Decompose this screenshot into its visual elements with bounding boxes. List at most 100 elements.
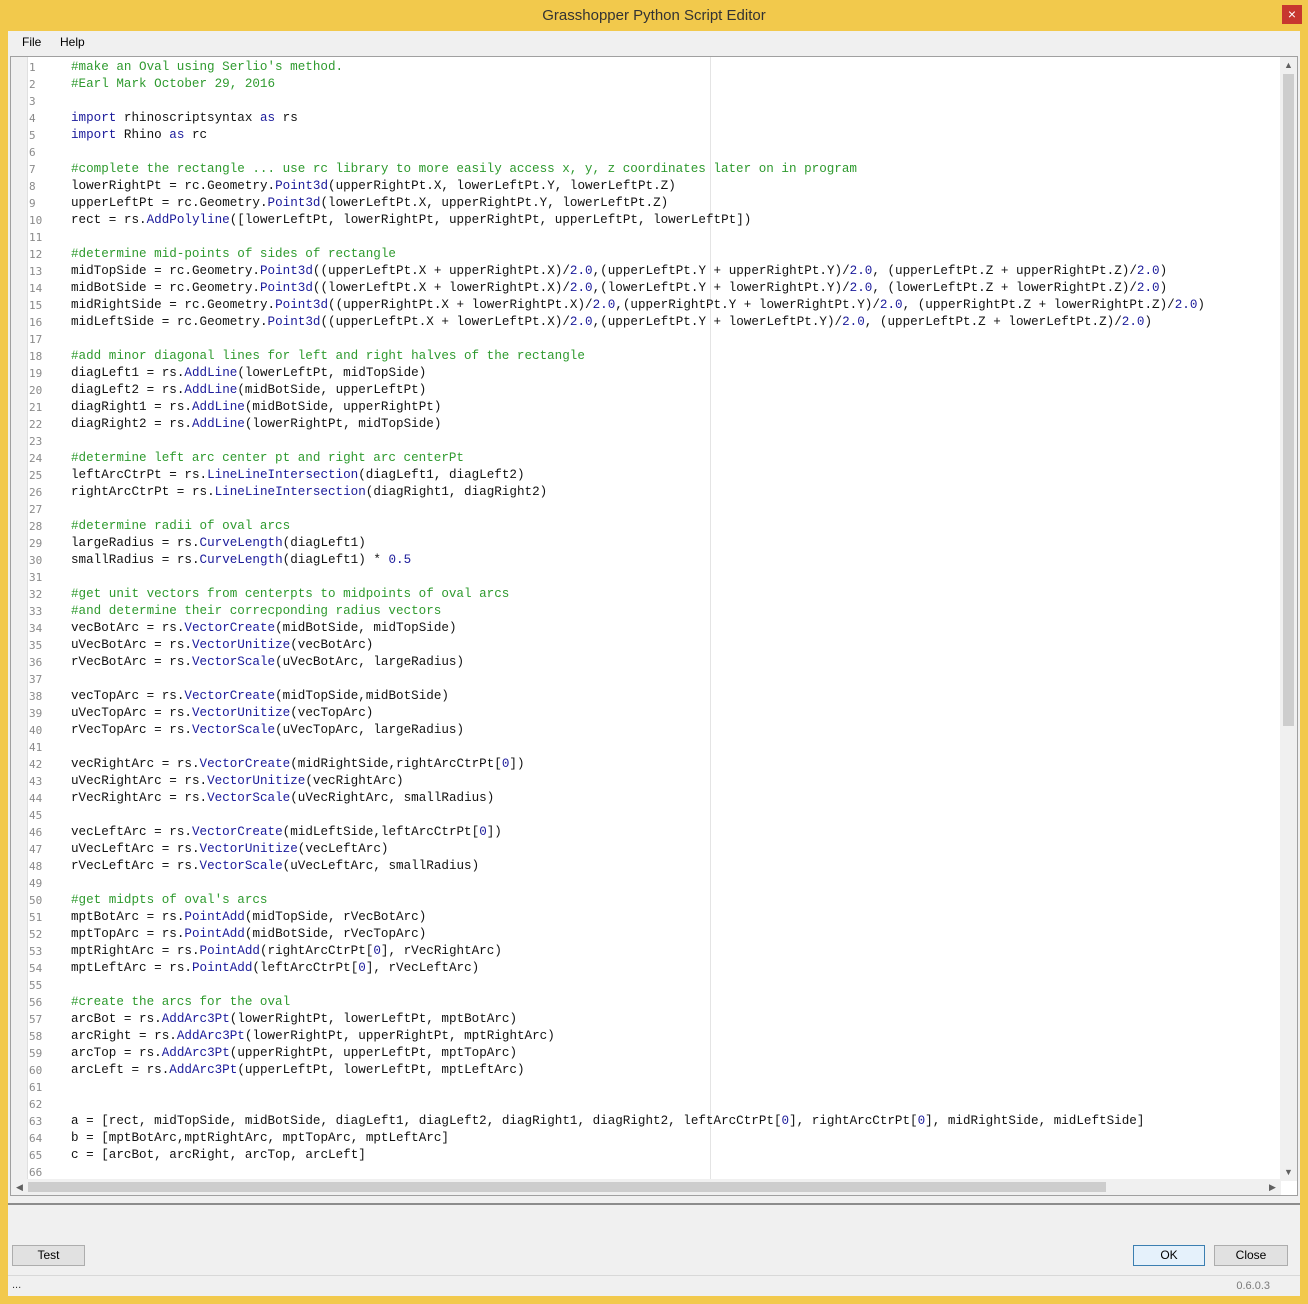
code-text[interactable]: #make an Oval using Serlio's method. #Ear… <box>71 59 1205 1181</box>
code-line[interactable]: midTopSide = rc.Geometry.Point3d((upperL… <box>71 263 1205 280</box>
code-line[interactable] <box>71 144 1205 161</box>
line-number: 6 <box>29 146 36 159</box>
code-line[interactable]: arcBot = rs.AddArc3Pt(lowerRightPt, lowe… <box>71 1011 1205 1028</box>
line-number: 16 <box>29 316 43 329</box>
scroll-left-icon[interactable]: ◀ <box>11 1179 28 1195</box>
code-line[interactable] <box>71 229 1205 246</box>
code-line[interactable] <box>71 1096 1205 1113</box>
menu-help[interactable]: Help <box>60 35 85 49</box>
code-line[interactable]: uVecTopArc = rs.VectorUnitize(vecTopArc) <box>71 705 1205 722</box>
line-number: 52 <box>29 928 43 941</box>
code-line[interactable]: upperLeftPt = rc.Geometry.Point3d(lowerL… <box>71 195 1205 212</box>
code-line[interactable] <box>71 501 1205 518</box>
code-line[interactable]: mptTopArc = rs.PointAdd(midBotSide, rVec… <box>71 926 1205 943</box>
code-line[interactable]: import rhinoscriptsyntax as rs <box>71 110 1205 127</box>
code-line[interactable]: arcLeft = rs.AddArc3Pt(upperLeftPt, lowe… <box>71 1062 1205 1079</box>
window-close-icon[interactable]: × <box>1282 5 1302 24</box>
code-line[interactable] <box>71 671 1205 688</box>
code-line[interactable]: uVecBotArc = rs.VectorUnitize(vecBotArc) <box>71 637 1205 654</box>
code-line[interactable] <box>71 807 1205 824</box>
code-line[interactable]: #Earl Mark October 29, 2016 <box>71 76 1205 93</box>
line-number: 44 <box>29 792 43 805</box>
test-button[interactable]: Test <box>12 1245 85 1266</box>
line-number: 53 <box>29 945 43 958</box>
code-line[interactable]: a = [rect, midTopSide, midBotSide, diagL… <box>71 1113 1205 1130</box>
code-line[interactable] <box>71 875 1205 892</box>
code-line[interactable]: #make an Oval using Serlio's method. <box>71 59 1205 76</box>
code-line[interactable]: vecBotArc = rs.VectorCreate(midBotSide, … <box>71 620 1205 637</box>
code-line[interactable] <box>71 569 1205 586</box>
vertical-scroll-thumb[interactable] <box>1283 74 1294 726</box>
code-line[interactable]: #get midpts of oval's arcs <box>71 892 1205 909</box>
code-line[interactable]: mptRightArc = rs.PointAdd(rightArcCtrPt[… <box>71 943 1205 960</box>
line-number: 63 <box>29 1115 43 1128</box>
code-line[interactable]: rVecTopArc = rs.VectorScale(uVecTopArc, … <box>71 722 1205 739</box>
code-line[interactable] <box>71 93 1205 110</box>
vertical-scrollbar[interactable]: ▲ ▼ <box>1280 57 1297 1181</box>
code-line[interactable]: #get unit vectors from centerpts to midp… <box>71 586 1205 603</box>
ok-button[interactable]: OK <box>1133 1245 1205 1266</box>
line-number: 12 <box>29 248 43 261</box>
line-number: 20 <box>29 384 43 397</box>
code-line[interactable]: midRightSide = rc.Geometry.Point3d((uppe… <box>71 297 1205 314</box>
code-line[interactable]: rVecLeftArc = rs.VectorScale(uVecLeftArc… <box>71 858 1205 875</box>
code-line[interactable]: #and determine their correcponding radiu… <box>71 603 1205 620</box>
line-number: 23 <box>29 435 43 448</box>
line-number: 61 <box>29 1081 43 1094</box>
code-line[interactable]: vecRightArc = rs.VectorCreate(midRightSi… <box>71 756 1205 773</box>
code-line[interactable]: diagLeft2 = rs.AddLine(midBotSide, upper… <box>71 382 1205 399</box>
code-line[interactable] <box>71 1079 1205 1096</box>
code-line[interactable]: arcTop = rs.AddArc3Pt(upperRightPt, uppe… <box>71 1045 1205 1062</box>
code-line[interactable]: uVecLeftArc = rs.VectorUnitize(vecLeftAr… <box>71 841 1205 858</box>
line-number: 55 <box>29 979 43 992</box>
code-line[interactable]: vecTopArc = rs.VectorCreate(midTopSide,m… <box>71 688 1205 705</box>
code-line[interactable]: diagLeft1 = rs.AddLine(lowerLeftPt, midT… <box>71 365 1205 382</box>
code-line[interactable] <box>71 433 1205 450</box>
code-line[interactable]: #determine mid-points of sides of rectan… <box>71 246 1205 263</box>
code-line[interactable]: c = [arcBot, arcRight, arcTop, arcLeft] <box>71 1147 1205 1164</box>
code-line[interactable]: lowerRightPt = rc.Geometry.Point3d(upper… <box>71 178 1205 195</box>
code-line[interactable]: largeRadius = rs.CurveLength(diagLeft1) <box>71 535 1205 552</box>
line-numbers: 1 2 3 4 5 6 7 8 9 10 11 12 13 14 15 16 17 18 19 20 21 22 23 24 2… <box>29 59 59 1181</box>
line-number: 45 <box>29 809 43 822</box>
code-line[interactable]: arcRight = rs.AddArc3Pt(lowerRightPt, up… <box>71 1028 1205 1045</box>
horizontal-scrollbar[interactable]: ◀ ▶ <box>11 1179 1281 1195</box>
code-line[interactable] <box>71 331 1205 348</box>
code-line[interactable]: rect = rs.AddPolyline([lowerLeftPt, lowe… <box>71 212 1205 229</box>
code-line[interactable] <box>71 977 1205 994</box>
code-editor[interactable]: 1 2 3 4 5 6 7 8 9 10 11 12 13 14 15 16 17 18 19 20 21 22 23 24 2… <box>10 56 1298 1196</box>
code-line[interactable]: b = [mptBotArc,mptRightArc, mptTopArc, m… <box>71 1130 1205 1147</box>
title-bar[interactable]: Grasshopper Python Script Editor × <box>0 0 1308 31</box>
code-line[interactable]: #complete the rectangle ... use rc libra… <box>71 161 1205 178</box>
horizontal-scroll-thumb[interactable] <box>28 1182 1106 1192</box>
code-line[interactable]: vecLeftArc = rs.VectorCreate(midLeftSide… <box>71 824 1205 841</box>
line-number: 59 <box>29 1047 43 1060</box>
scroll-up-icon[interactable]: ▲ <box>1280 57 1297 74</box>
scroll-right-icon[interactable]: ▶ <box>1264 1179 1281 1195</box>
close-button[interactable]: Close <box>1214 1245 1288 1266</box>
code-line[interactable]: #add minor diagonal lines for left and r… <box>71 348 1205 365</box>
code-line[interactable]: diagRight1 = rs.AddLine(midBotSide, uppe… <box>71 399 1205 416</box>
code-line[interactable]: import Rhino as rc <box>71 127 1205 144</box>
code-line[interactable]: mptLeftArc = rs.PointAdd(leftArcCtrPt[0]… <box>71 960 1205 977</box>
code-line[interactable]: midBotSide = rc.Geometry.Point3d((lowerL… <box>71 280 1205 297</box>
code-line[interactable]: diagRight2 = rs.AddLine(lowerRightPt, mi… <box>71 416 1205 433</box>
code-line[interactable]: #create the arcs for the oval <box>71 994 1205 1011</box>
code-line[interactable]: mptBotArc = rs.PointAdd(midTopSide, rVec… <box>71 909 1205 926</box>
code-line[interactable]: rVecBotArc = rs.VectorScale(uVecBotArc, … <box>71 654 1205 671</box>
code-line[interactable]: uVecRightArc = rs.VectorUnitize(vecRight… <box>71 773 1205 790</box>
code-line[interactable]: smallRadius = rs.CurveLength(diagLeft1) … <box>71 552 1205 569</box>
code-line[interactable]: rVecRightArc = rs.VectorScale(uVecRightA… <box>71 790 1205 807</box>
code-line[interactable] <box>71 739 1205 756</box>
code-line[interactable]: leftArcCtrPt = rs.LineLineIntersection(d… <box>71 467 1205 484</box>
line-number: 17 <box>29 333 43 346</box>
code-line[interactable]: #determine left arc center pt and right … <box>71 450 1205 467</box>
code-line[interactable]: #determine radii of oval arcs <box>71 518 1205 535</box>
code-line[interactable]: midLeftSide = rc.Geometry.Point3d((upper… <box>71 314 1205 331</box>
line-number: 58 <box>29 1030 43 1043</box>
line-number: 9 <box>29 197 36 210</box>
scroll-down-icon[interactable]: ▼ <box>1280 1164 1297 1181</box>
output-panel[interactable] <box>8 1203 1300 1237</box>
code-line[interactable]: rightArcCtrPt = rs.LineLineIntersection(… <box>71 484 1205 501</box>
menu-file[interactable]: File <box>22 35 41 49</box>
